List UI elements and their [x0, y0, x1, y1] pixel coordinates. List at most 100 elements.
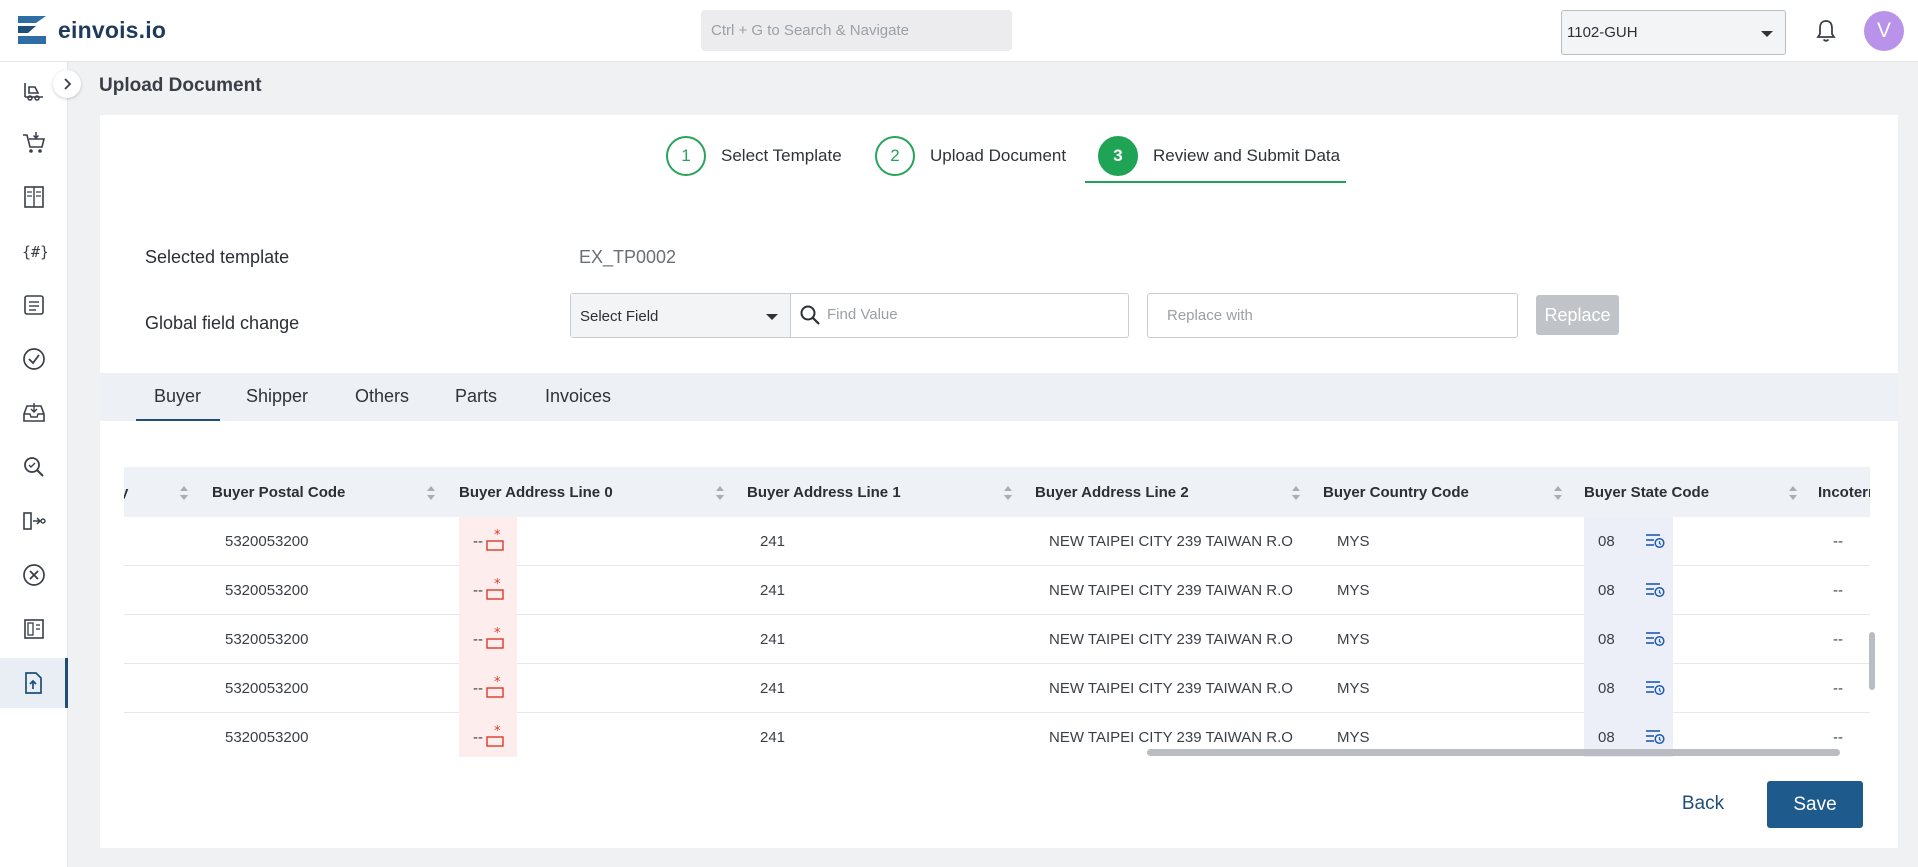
incoterm-cell[interactable]: --: [1833, 631, 1843, 648]
incoterm-cell[interactable]: --: [1833, 582, 1843, 599]
sort-icon[interactable]: [426, 485, 436, 501]
global-search-input[interactable]: Ctrl + G to Search & Navigate: [701, 10, 1012, 51]
select-field-dropdown[interactable]: Select Field: [571, 294, 791, 337]
column-header-truncated[interactable]: y: [124, 484, 128, 501]
column-header-postal-code[interactable]: Buyer Postal Code: [212, 484, 345, 501]
missing-value-cell[interactable]: -- *: [459, 566, 517, 615]
state-code-value: 08: [1598, 729, 1615, 746]
check-circle-icon: [23, 348, 45, 370]
incoterm-cell[interactable]: --: [1833, 533, 1843, 550]
address-line-1-cell[interactable]: 241: [760, 729, 785, 746]
step-number: 3: [1098, 136, 1138, 176]
sidebar-item-reports[interactable]: [0, 604, 68, 654]
address-line-2-cell[interactable]: NEW TAIPEI CITY 239 TAIWAN R.O: [1049, 631, 1293, 648]
organization-select[interactable]: 1102-GUH: [1561, 10, 1786, 55]
postal-code-cell[interactable]: 5320053200: [225, 631, 308, 648]
sidebar-item-cancelled[interactable]: [0, 550, 68, 600]
sort-icon[interactable]: [1788, 485, 1798, 501]
column-header-incoterm[interactable]: Incoterm: [1818, 484, 1870, 501]
incoterm-cell[interactable]: --: [1833, 729, 1843, 746]
step-review-submit[interactable]: 3 Review and Submit Data: [1098, 136, 1340, 176]
column-header-address-1[interactable]: Buyer Address Line 1: [747, 484, 901, 501]
missing-value-cell[interactable]: -- *: [459, 517, 517, 566]
replace-button[interactable]: Replace: [1536, 295, 1619, 335]
postal-code-cell[interactable]: 5320053200: [225, 729, 308, 746]
sort-icon[interactable]: [715, 485, 725, 501]
missing-value-cell[interactable]: -- *: [459, 615, 517, 664]
app-logo[interactable]: einvois.io: [18, 14, 166, 46]
mapping-settings-icon[interactable]: [1645, 581, 1665, 599]
mapping-settings-icon[interactable]: [1645, 679, 1665, 697]
state-code-cell[interactable]: 08: [1584, 566, 1673, 615]
missing-value-text: --: [473, 533, 483, 550]
country-code-cell[interactable]: MYS: [1337, 680, 1370, 697]
sort-icon[interactable]: [1553, 485, 1563, 501]
state-code-cell[interactable]: 08: [1584, 615, 1673, 664]
state-code-cell[interactable]: 08: [1584, 664, 1673, 713]
column-header-address-0[interactable]: Buyer Address Line 0: [459, 484, 613, 501]
postal-code-cell[interactable]: 5320053200: [225, 582, 308, 599]
incoterm-cell[interactable]: --: [1833, 680, 1843, 697]
user-avatar[interactable]: V: [1864, 11, 1904, 51]
mapping-settings-icon[interactable]: [1645, 532, 1665, 550]
sidebar-item-inbox[interactable]: [0, 388, 68, 438]
column-header-state-code[interactable]: Buyer State Code: [1584, 484, 1709, 501]
document-list-icon: [24, 295, 44, 315]
address-line-2-cell[interactable]: NEW TAIPEI CITY 239 TAIWAN R.O: [1049, 582, 1293, 599]
step-label: Select Template: [721, 146, 842, 165]
tab-others[interactable]: Others: [355, 386, 409, 407]
buyer-data-table: y Buyer Postal Code Buyer Address Line 0…: [124, 467, 1870, 757]
tab-invoices[interactable]: Invoices: [545, 386, 611, 407]
address-line-1-cell[interactable]: 241: [760, 582, 785, 599]
sort-icon[interactable]: [179, 485, 189, 501]
address-line-2-cell[interactable]: NEW TAIPEI CITY 239 TAIWAN R.O: [1049, 533, 1293, 550]
replace-with-input[interactable]: Replace with: [1147, 293, 1518, 338]
ledger-icon: [24, 186, 44, 208]
step-upload-document[interactable]: 2 Upload Document: [875, 136, 1066, 176]
postal-code-cell[interactable]: 5320053200: [225, 680, 308, 697]
sidebar-expand-button[interactable]: [53, 70, 81, 98]
tab-buyer[interactable]: Buyer: [154, 386, 201, 407]
postal-code-cell[interactable]: 5320053200: [225, 533, 308, 550]
sidebar-item-search[interactable]: [0, 442, 68, 492]
sidebar-item-cart[interactable]: [0, 118, 68, 168]
sort-icon[interactable]: [1291, 485, 1301, 501]
address-line-1-cell[interactable]: 241: [760, 680, 785, 697]
notification-bell-icon[interactable]: [1814, 18, 1838, 44]
address-line-1-cell[interactable]: 241: [760, 631, 785, 648]
svg-text:{#}: {#}: [22, 243, 47, 261]
state-code-cell[interactable]: 08: [1584, 517, 1673, 566]
sidebar-item-transfer[interactable]: [0, 496, 68, 546]
sidebar-item-approved[interactable]: [0, 334, 68, 384]
page-title: Upload Document: [99, 75, 262, 96]
step-select-template[interactable]: 1 Select Template: [666, 136, 842, 176]
tab-parts[interactable]: Parts: [455, 386, 497, 407]
sort-icon[interactable]: [1003, 485, 1013, 501]
back-button[interactable]: Back: [1667, 781, 1739, 827]
required-field-icon: *: [486, 627, 504, 649]
sidebar-item-ledger[interactable]: [0, 172, 68, 222]
country-code-cell[interactable]: MYS: [1337, 631, 1370, 648]
report-panel-icon: [24, 619, 44, 639]
code-hash-icon: {#}: [22, 243, 47, 261]
address-line-1-cell[interactable]: 241: [760, 533, 785, 550]
save-button[interactable]: Save: [1767, 781, 1863, 828]
country-code-cell[interactable]: MYS: [1337, 729, 1370, 746]
missing-value-cell[interactable]: -- *: [459, 664, 517, 713]
horizontal-scrollbar[interactable]: [1147, 749, 1840, 756]
tab-shipper[interactable]: Shipper: [246, 386, 308, 407]
sidebar-item-code[interactable]: {#}: [0, 226, 68, 276]
address-line-2-cell[interactable]: NEW TAIPEI CITY 239 TAIWAN R.O: [1049, 680, 1293, 697]
column-header-country-code[interactable]: Buyer Country Code: [1323, 484, 1469, 501]
mapping-settings-icon[interactable]: [1645, 728, 1665, 746]
sidebar-item-documents[interactable]: [0, 280, 68, 330]
address-line-2-cell[interactable]: NEW TAIPEI CITY 239 TAIWAN R.O: [1049, 729, 1293, 746]
find-value-input[interactable]: Find Value: [827, 306, 898, 323]
sidebar-item-upload[interactable]: [0, 658, 68, 708]
mapping-settings-icon[interactable]: [1645, 630, 1665, 648]
country-code-cell[interactable]: MYS: [1337, 533, 1370, 550]
vertical-scrollbar[interactable]: [1869, 632, 1875, 690]
column-header-address-2[interactable]: Buyer Address Line 2: [1035, 484, 1189, 501]
missing-value-cell[interactable]: -- *: [459, 713, 517, 757]
country-code-cell[interactable]: MYS: [1337, 582, 1370, 599]
